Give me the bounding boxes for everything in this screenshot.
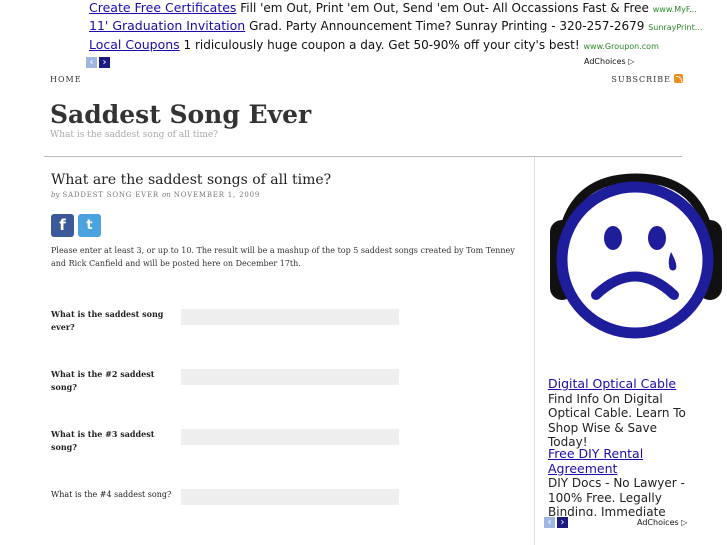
post-byline: by SADDEST SONG EVER on NOVEMBER 1, 2009 [51, 191, 260, 199]
question-label-1: What is the saddest song ever? [51, 309, 164, 332]
sidebar-ad-1-text: Find Info On Digital Optical Cable. Lear… [548, 391, 686, 450]
sidebar-ad-1[interactable]: Digital Optical Cable Find Info On Digit… [548, 376, 688, 450]
top-ad-2-title[interactable]: 11' Graduation Invitation [89, 18, 245, 33]
top-ad-2-url[interactable]: SunrayPrint... [648, 23, 702, 32]
top-ad-3[interactable]: Local Coupons 1 ridiculously huge coupon… [89, 37, 659, 52]
top-ad-3-text: 1 ridiculously huge coupon a day. Get 50… [183, 38, 580, 52]
chevron-left-icon[interactable]: ‹ [544, 517, 555, 528]
adchoices-label: AdChoices [637, 518, 679, 527]
chevron-right-icon[interactable]: › [99, 57, 110, 68]
byline-by: by [51, 191, 60, 199]
adchoices-icon: ▷ [628, 57, 635, 66]
byline-date: NOVEMBER 1, 2009 [173, 191, 261, 199]
nav-subscribe-link[interactable]: SUBSCRIBE [611, 75, 671, 84]
adchoices-icon: ▷ [681, 518, 688, 527]
question-input-1[interactable] [181, 309, 399, 325]
top-ad-1-title[interactable]: Create Free Certificates [89, 0, 236, 15]
question-label-3: What is the #3 saddest song? [51, 429, 155, 452]
adchoices-sidebar[interactable]: AdChoices ▷ [637, 518, 687, 527]
twitter-icon[interactable]: t [78, 214, 101, 237]
share-buttons: f t [51, 214, 101, 237]
byline-on: on [162, 191, 171, 199]
chevron-right-icon[interactable]: › [557, 517, 568, 528]
byline-author[interactable]: SADDEST SONG EVER [62, 191, 159, 199]
adchoices-label: AdChoices [584, 57, 626, 66]
header-divider [44, 156, 682, 157]
sidebar-divider [534, 157, 535, 545]
sidebar-ad-2[interactable]: Free DIY Rental Agreement DIY Docs - No … [548, 446, 688, 516]
top-ad-3-title[interactable]: Local Coupons [89, 37, 180, 52]
facebook-icon[interactable]: f [51, 214, 74, 237]
sidebar-ad-1-title[interactable]: Digital Optical Cable [548, 376, 676, 391]
sidebar-ad-pager: ‹ › [544, 517, 568, 528]
top-nav: HOME SUBSCRIBE [50, 72, 683, 86]
adchoices-top[interactable]: AdChoices ▷ [584, 57, 634, 66]
question-label-2: What is the #2 saddest song? [51, 369, 155, 392]
top-ad-1-text: Fill 'em Out, Print 'em Out, Send 'em Ou… [240, 1, 649, 15]
site-tagline: What is the saddest song of all time? [50, 130, 219, 140]
question-input-2[interactable] [181, 369, 399, 385]
post-intro: Please enter at least 3, or up to 10. Th… [51, 246, 515, 268]
rss-icon[interactable] [674, 74, 683, 83]
top-ad-3-url[interactable]: www.Groupon.com [583, 42, 658, 51]
sidebar-ad-2-text: DIY Docs - No Lawyer - 100% Free. Legall… [548, 476, 685, 516]
top-ad-2-text: Grad. Party Announcement Time? Sunray Pr… [249, 19, 645, 33]
sad-face-headphones-logo [550, 173, 722, 339]
top-ad-unit: Create Free Certificates Fill 'em Out, P… [0, 0, 727, 72]
site-title[interactable]: Saddest Song Ever [50, 100, 311, 129]
sidebar-ad-unit: Digital Optical Cable Find Info On Digit… [540, 372, 690, 516]
chevron-left-icon[interactable]: ‹ [86, 57, 97, 68]
top-ad-1[interactable]: Create Free Certificates Fill 'em Out, P… [89, 0, 697, 15]
top-ad-1-url[interactable]: www.MyF... [653, 5, 697, 14]
post-title[interactable]: What are the saddest songs of all time? [51, 172, 331, 188]
question-input-3[interactable] [181, 429, 399, 445]
sidebar-ad-2-title[interactable]: Free DIY Rental Agreement [548, 446, 643, 476]
question-input-4[interactable] [181, 489, 399, 505]
question-label-4: What is the #4 saddest song? [51, 490, 172, 499]
top-ad-2[interactable]: 11' Graduation Invitation Grad. Party An… [89, 18, 702, 33]
nav-home-link[interactable]: HOME [50, 75, 82, 84]
top-ad-pager: ‹ › [86, 57, 110, 68]
